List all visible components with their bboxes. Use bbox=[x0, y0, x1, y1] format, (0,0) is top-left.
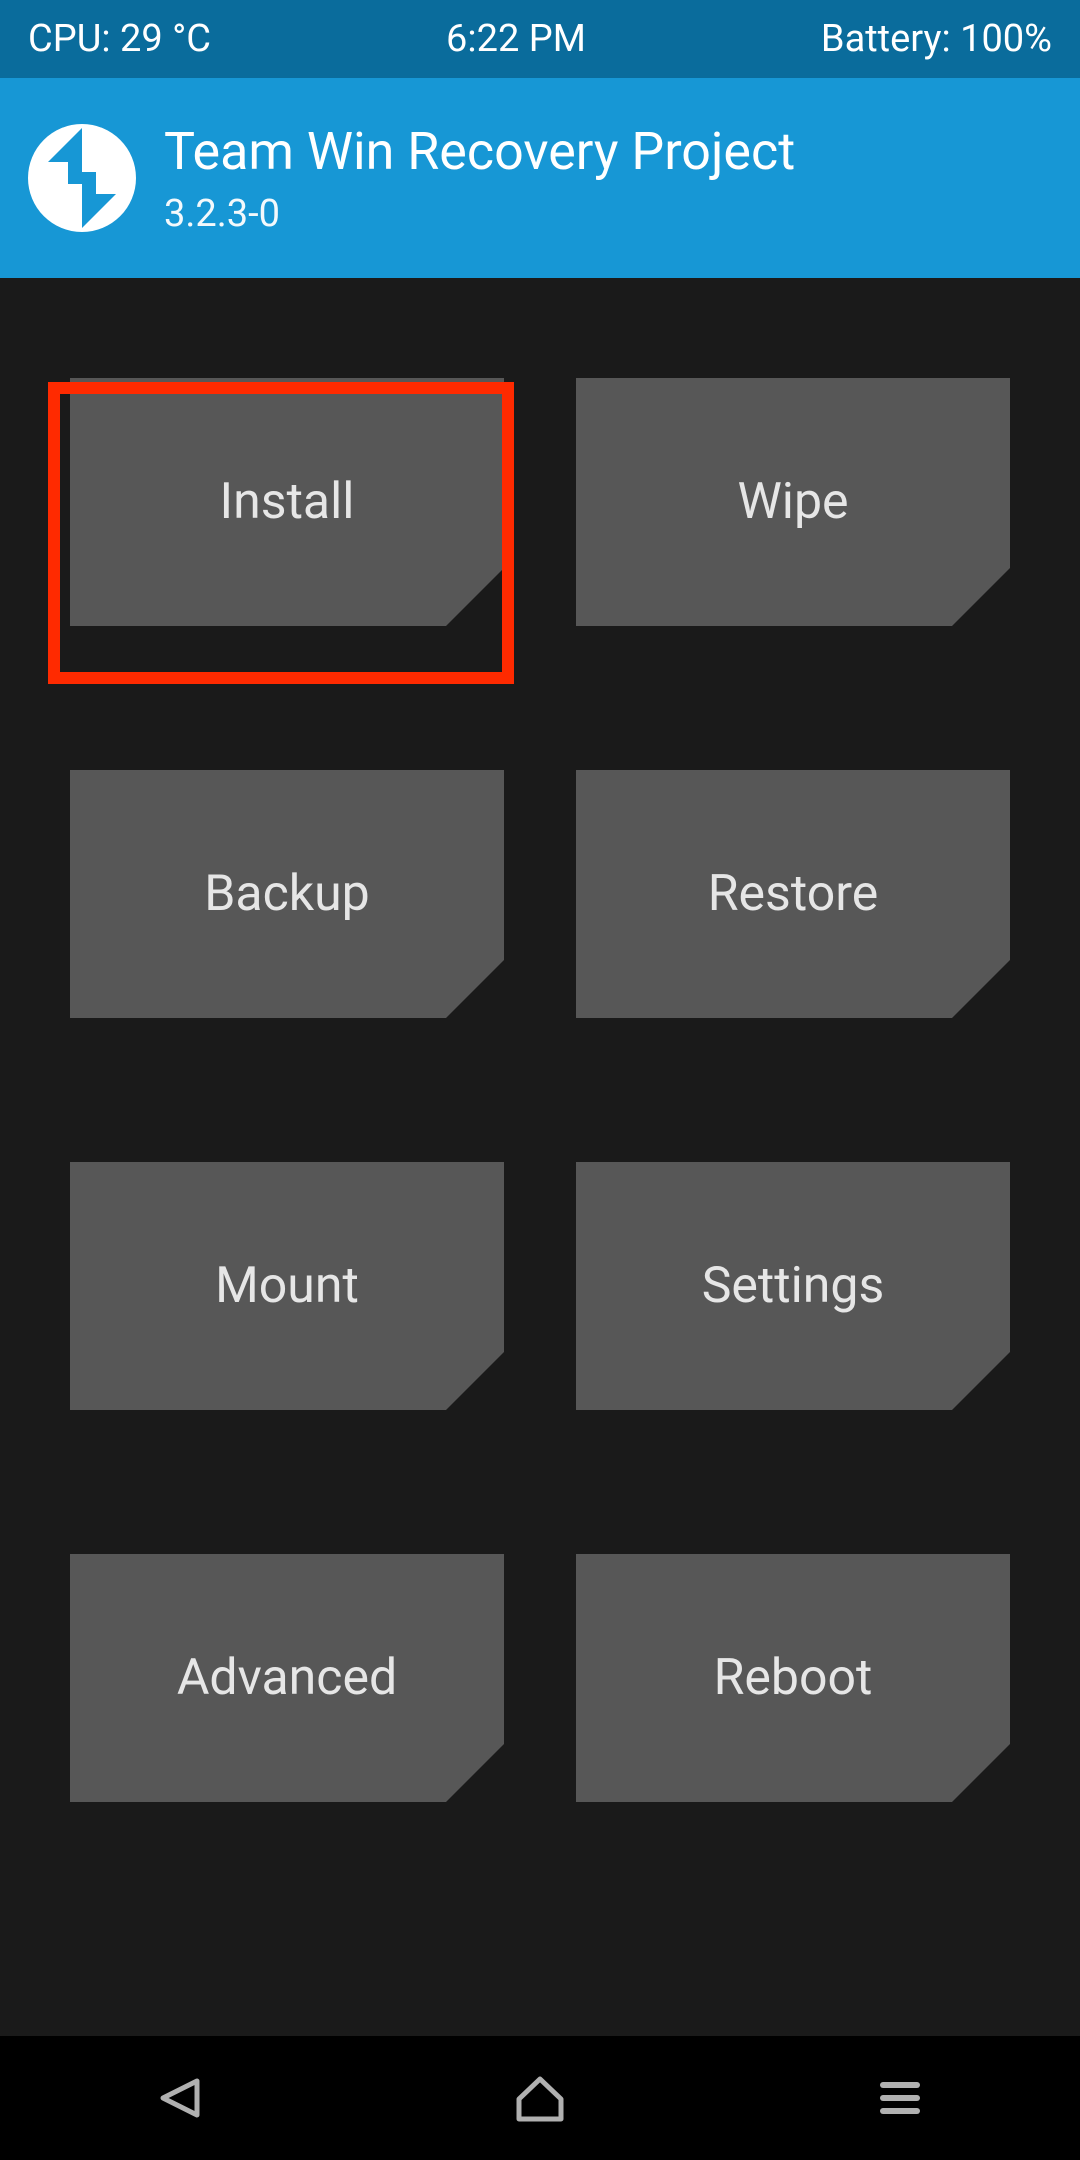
app-header: Team Win Recovery Project 3.2.3-0 bbox=[0, 78, 1080, 278]
install-button[interactable]: Install bbox=[70, 378, 504, 626]
restore-button[interactable]: Restore bbox=[576, 770, 1010, 1018]
home-icon bbox=[511, 2069, 569, 2127]
menu-icon bbox=[873, 2071, 927, 2125]
home-button[interactable] bbox=[480, 2058, 600, 2138]
app-title: Team Win Recovery Project bbox=[164, 121, 795, 182]
menu-button[interactable] bbox=[840, 2058, 960, 2138]
wipe-button[interactable]: Wipe bbox=[576, 378, 1010, 626]
main-menu-grid: Install Wipe Backup Restore Mount Settin… bbox=[0, 278, 1080, 1802]
back-icon bbox=[153, 2071, 207, 2125]
navigation-bar bbox=[0, 2036, 1080, 2160]
twrp-logo-icon bbox=[28, 124, 136, 232]
battery-status: Battery: 100% bbox=[821, 17, 1052, 61]
app-version: 3.2.3-0 bbox=[164, 192, 795, 236]
back-button[interactable] bbox=[120, 2058, 240, 2138]
reboot-button[interactable]: Reboot bbox=[576, 1554, 1010, 1802]
backup-button[interactable]: Backup bbox=[70, 770, 504, 1018]
status-bar: CPU: 29 °C 6:22 PM Battery: 100% bbox=[0, 0, 1080, 78]
settings-button[interactable]: Settings bbox=[576, 1162, 1010, 1410]
clock: 6:22 PM bbox=[446, 17, 586, 61]
mount-button[interactable]: Mount bbox=[70, 1162, 504, 1410]
cpu-temp: CPU: 29 °C bbox=[28, 17, 211, 61]
advanced-button[interactable]: Advanced bbox=[70, 1554, 504, 1802]
